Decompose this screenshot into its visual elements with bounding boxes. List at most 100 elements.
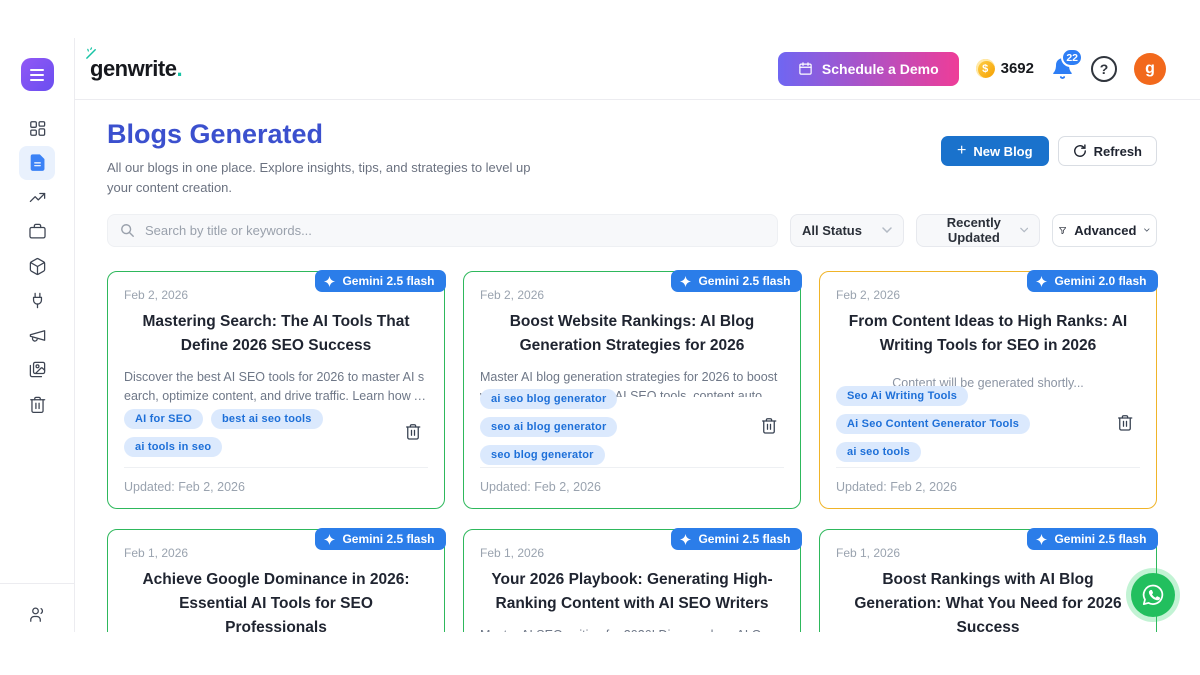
blog-card[interactable]: Gemini 2.5 flash Feb 1, 2026 Your 2026 P… [463,529,801,632]
gemini-sparkle-icon [1035,275,1048,288]
model-badge: Gemini 2.5 flash [1027,528,1157,550]
card-tags: Seo Ai Writing Tools Ai Seo Content Gener… [836,386,1098,462]
sort-filter-select[interactable]: Recently Updated [916,214,1040,247]
content-area: Blogs Generated All our blogs in one pla… [75,100,1200,632]
title-actions: + New Blog Refresh [941,136,1157,166]
status-filter-select[interactable]: All Status [790,214,904,247]
delete-blog-button[interactable] [1112,409,1138,438]
blog-tag[interactable]: Seo Ai Writing Tools [836,386,968,406]
blog-card[interactable]: Gemini 2.5 flash Feb 1, 2026 Achieve Goo… [107,529,445,632]
trash-icon [404,422,422,440]
sidebar-item-blogs[interactable] [19,146,55,181]
trash-icon [1116,413,1134,431]
blog-tag[interactable]: seo blog generator [480,445,605,465]
topbar-actions: Schedule a Demo $ 3692 22 ? g [778,52,1166,86]
search-input[interactable] [143,222,765,239]
sidebar-item-integrations[interactable] [19,284,55,319]
coin-icon: $ [976,59,995,78]
avatar[interactable]: g [1134,53,1166,85]
trash-icon [28,395,47,414]
sidebar-nav [19,111,55,422]
card-tags-row: ai seo blog generatorseo ai blog generat… [480,397,784,457]
card-title: Boost Rankings with AI Blog Generation: … [836,568,1140,632]
logo-pen-icon [85,47,98,60]
model-badge-label: Gemini 2.5 flash [342,274,434,288]
sidebar-item-dashboard[interactable] [19,111,55,146]
blog-tag[interactable]: AI for SEO [124,409,203,429]
model-badge: Gemini 2.0 flash [1027,270,1157,292]
sidebar-toggle-button[interactable] [21,58,54,91]
card-footer: Updated: Feb 2, 2026 [124,467,428,496]
plus-icon: + [957,143,966,159]
card-footer: Updated: Feb 2, 2026 [480,467,784,496]
sidebar-item-analytics[interactable] [19,180,55,215]
delete-blog-button[interactable] [400,418,426,447]
card-tags: ai seo blog generator seo ai blog generat… [480,389,742,465]
plug-integration-icon [28,291,47,310]
sidebar-item-media[interactable] [19,353,55,388]
whatsapp-chat-button[interactable] [1131,573,1175,617]
blog-tag[interactable]: ai seo tools [836,442,921,462]
blog-card[interactable]: Gemini 2.5 flash Feb 2, 2026 Boost Websi… [463,271,801,509]
blog-card[interactable]: Gemini 2.0 flash Feb 2, 2026 From Conten… [819,271,1157,509]
whatsapp-icon [1140,582,1166,608]
blog-tag[interactable]: seo ai blog generator [480,417,617,437]
notifications-button[interactable]: 22 [1051,57,1074,80]
card-description: Master AI SEO writing for 2026! Discover… [480,626,784,632]
sidebar-bottom-section [0,583,75,632]
sidebar [0,38,75,632]
chevron-down-icon [1144,227,1150,233]
team-users-icon [28,605,47,624]
hamburger-icon [30,69,44,71]
model-badge: Gemini 2.5 flash [671,528,801,550]
logo-dot: . [176,56,182,81]
advanced-filter-button[interactable]: Advanced [1052,214,1157,247]
card-tags: AI for SEO best ai seo tools ai tools in s… [124,409,386,457]
blog-tag[interactable]: Ai Seo Content Generator Tools [836,414,1030,434]
blog-tag[interactable]: ai seo blog generator [480,389,617,409]
delete-blog-button[interactable] [756,413,782,442]
blog-tag[interactable]: best ai seo tools [211,409,323,429]
refresh-button[interactable]: Refresh [1058,136,1157,166]
funnel-icon [1059,224,1066,237]
chevron-down-icon [1020,227,1028,233]
model-badge: Gemini 2.5 flash [315,270,445,292]
card-title: Mastering Search: The AI Tools That Defi… [124,310,428,358]
help-button[interactable]: ? [1091,56,1117,82]
model-badge-label: Gemini 2.5 flash [698,532,790,546]
logo-text: genwrite [90,56,176,81]
card-footer: Updated: Feb 2, 2026 [836,467,1140,496]
analytics-trend-icon [28,188,47,207]
sidebar-item-products[interactable] [19,249,55,284]
chevron-down-icon [882,227,892,233]
sidebar-item-campaigns[interactable] [19,318,55,353]
package-box-icon [28,257,47,276]
new-blog-button[interactable]: + New Blog [941,136,1049,166]
main-area: genwrite. Schedule a Demo $ 3692 22 [75,38,1200,632]
blog-card[interactable]: Gemini 2.5 flash Feb 1, 2026 Boost Ranki… [819,529,1157,632]
refresh-icon [1073,144,1087,158]
filter-row: All Status Recently Updated Advanced [107,214,1157,247]
megaphone-icon [28,326,47,345]
search-icon [120,223,135,238]
sidebar-item-briefcase[interactable] [19,215,55,250]
card-title: Achieve Google Dominance in 2026: Essent… [124,568,428,632]
schedule-demo-button[interactable]: Schedule a Demo [778,52,959,86]
credits-counter[interactable]: $ 3692 [976,59,1034,78]
topbar: genwrite. Schedule a Demo $ 3692 22 [75,38,1200,100]
calendar-icon [798,61,813,76]
gemini-sparkle-icon [1035,533,1048,546]
card-updated-date: Updated: Feb 2, 2026 [124,480,245,494]
model-badge-label: Gemini 2.5 flash [698,274,790,288]
search-box [107,214,778,247]
sidebar-item-team[interactable] [19,597,55,632]
blog-card[interactable]: Gemini 2.5 flash Feb 2, 2026 Mastering S… [107,271,445,509]
gemini-sparkle-icon [323,533,336,546]
card-tags-row: AI for SEO best ai seo tools ai tools in s… [124,409,428,457]
sidebar-item-trash[interactable] [19,387,55,422]
card-updated-date: Updated: Feb 2, 2026 [480,480,601,494]
blog-tag[interactable]: ai tools in seo [124,437,222,457]
blogs-document-icon [28,153,47,172]
card-title: From Content Ideas to High Ranks: AI Wri… [836,310,1140,358]
logo[interactable]: genwrite. [90,56,182,82]
